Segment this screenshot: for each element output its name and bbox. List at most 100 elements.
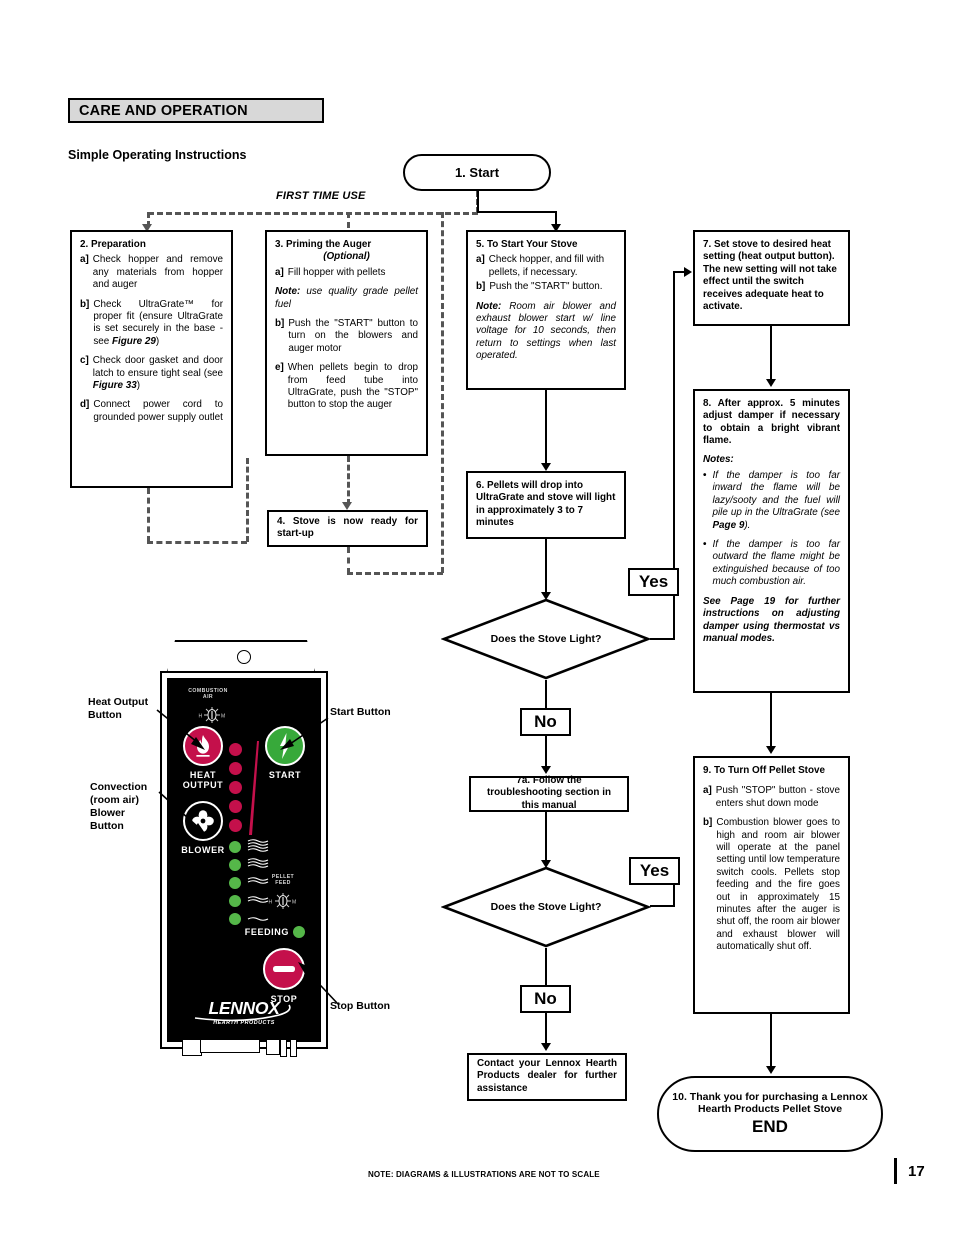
box-contact-dealer: Contact your Lennox Hearth Products deal… bbox=[467, 1053, 627, 1101]
item-marker: b] bbox=[703, 817, 713, 829]
first-time-use-label: FIRST TIME USE bbox=[276, 190, 366, 202]
box-9-title: 9. To Turn Off Pellet Stove bbox=[703, 765, 825, 776]
item-text: Check hopper and remove any materials fr… bbox=[92, 254, 223, 291]
line-box7a-to-decision2 bbox=[545, 812, 547, 864]
arrow-down-box7a bbox=[541, 766, 551, 774]
decision-2-label: Does the Stove Light? bbox=[490, 901, 602, 913]
line-no1-to-box7a bbox=[545, 736, 547, 770]
box-7a-troubleshooting: 7a. Follow the troubleshooting section i… bbox=[469, 775, 629, 812]
line-box5-to-box6 bbox=[545, 390, 547, 466]
line-decision1-yes bbox=[650, 638, 675, 640]
svg-text:M: M bbox=[221, 714, 225, 720]
callout-line-start bbox=[280, 717, 329, 750]
note-label: Note: bbox=[476, 300, 502, 312]
item-emphasis: Figure 29 bbox=[112, 335, 156, 347]
line-box8-to-box9 bbox=[770, 693, 772, 749]
item-marker: e] bbox=[275, 362, 284, 374]
connector-pin-2 bbox=[200, 1039, 260, 1053]
line-start-down bbox=[477, 191, 479, 213]
dashed-down-to-box3 bbox=[347, 212, 350, 228]
flow-start-node: 1. Start bbox=[403, 154, 551, 191]
bullet-tail: ). bbox=[744, 519, 751, 531]
arrow-down-contact bbox=[541, 1043, 551, 1051]
blower-led-2 bbox=[229, 859, 241, 871]
box-2-item-d: d] Connect power cord to grounded power … bbox=[80, 399, 223, 424]
item-marker: c] bbox=[80, 355, 89, 367]
item-marker: a] bbox=[476, 254, 485, 266]
section-header-banner: CARE AND OPERATION bbox=[68, 98, 324, 123]
blower-led-4 bbox=[229, 895, 241, 907]
arrow-right-box7 bbox=[684, 267, 692, 277]
item-text: Check hopper, and fill with pellets, if … bbox=[488, 254, 605, 278]
blower-label: BLOWER bbox=[181, 845, 225, 855]
box-3-item-e: e] When pellets begin to drop from feed … bbox=[275, 362, 418, 412]
box-7-text: 7. Set stove to desired heat setting (he… bbox=[703, 239, 837, 313]
item-marker: b] bbox=[476, 281, 486, 293]
connector-pin-1 bbox=[182, 1039, 202, 1056]
line-no2-to-contact bbox=[545, 1013, 547, 1047]
bullet-text: If the damper is too far outward the fla… bbox=[712, 539, 840, 588]
combustion-air-label: COMBUSTION AIR bbox=[188, 688, 228, 701]
minus-icon bbox=[273, 966, 295, 972]
heat-output-label: HEAT OUTPUT bbox=[182, 770, 224, 790]
box-8-adjust-damper: 8. After approx. 5 minutes adjust damper… bbox=[693, 389, 850, 693]
box-3-optional-label: (Optional) bbox=[323, 251, 370, 263]
dashed-box2-right bbox=[147, 541, 247, 544]
item-marker: a] bbox=[80, 254, 89, 266]
item-marker: b] bbox=[80, 298, 90, 310]
feeding-label: FEEDING bbox=[244, 927, 289, 937]
box-5-start-your-stove: 5. To Start Your Stove a] Check hopper, … bbox=[466, 230, 626, 390]
arrow-down-box4 bbox=[342, 502, 352, 510]
start-label: START bbox=[268, 770, 302, 780]
box-5-item-b: b] Push the "START" button. bbox=[476, 281, 616, 293]
box-4-ready-for-startup: 4. Stove is now ready for start-up bbox=[267, 510, 428, 547]
item-text: Fill hopper with pellets bbox=[287, 266, 386, 278]
item-text: Push "STOP" button - stove enters shut d… bbox=[715, 785, 840, 809]
panel-knob-icon bbox=[237, 650, 251, 664]
no-label-1: No bbox=[520, 708, 571, 736]
box-2-item-c: c] Check door gasket and door latch to e… bbox=[80, 355, 223, 392]
connector-pin-3 bbox=[266, 1039, 280, 1055]
heat-level-wedge-icon bbox=[249, 741, 259, 835]
line-box6-to-decision1 bbox=[545, 539, 547, 596]
blower-led-5 bbox=[229, 913, 241, 925]
item-text: Push the "START" button to turn on the b… bbox=[288, 318, 418, 354]
page-number-rule bbox=[894, 1158, 897, 1184]
box-2-preparation: 2. Preparation a] Check hopper and remov… bbox=[70, 230, 233, 488]
heat-led-2 bbox=[229, 762, 242, 775]
box-3-item-a: a] Fill hopper with pellets bbox=[275, 267, 418, 279]
callout-start-button: Start Button bbox=[330, 706, 391, 718]
no-label-2: No bbox=[520, 985, 571, 1013]
box-5-item-a: a] Check hopper, and fill with pellets, … bbox=[476, 254, 616, 279]
line-box9-to-end bbox=[770, 1014, 772, 1070]
box-9-item-b: b] Combustion blower goes to high and ro… bbox=[703, 817, 840, 953]
blower-led-1 bbox=[229, 841, 241, 853]
airflow-icon-5 bbox=[247, 917, 269, 921]
box-8-footer: See Page 19 for further instructions on … bbox=[703, 595, 840, 644]
item-marker: d] bbox=[80, 399, 90, 411]
callout-line-convection bbox=[158, 791, 207, 836]
line-box7-to-box8 bbox=[770, 326, 772, 382]
panel-bottom-connectors bbox=[168, 1039, 310, 1057]
box-8-notes-label: Notes: bbox=[703, 453, 734, 465]
item-emphasis: Figure 33 bbox=[92, 380, 137, 392]
box-7-set-heat-setting: 7. Set stove to desired heat setting (he… bbox=[693, 230, 850, 326]
page-number: 17 bbox=[908, 1163, 925, 1180]
item-tail: ) bbox=[136, 380, 140, 392]
svg-text:H: H bbox=[269, 900, 273, 906]
arrow-down-end bbox=[766, 1066, 776, 1074]
lennox-logo: LENNOX HEARTH PRODUCTS bbox=[185, 998, 303, 1026]
first-time-use-dashed-line bbox=[148, 212, 478, 215]
line-decision2-yes bbox=[650, 905, 675, 907]
callout-heat-output-button: Heat Output Button bbox=[88, 696, 149, 721]
decision-2-does-stove-light: Does the Stove Light? bbox=[440, 866, 652, 948]
dashed-box4-down bbox=[347, 547, 350, 574]
dashed-box4-right bbox=[347, 572, 443, 575]
blower-led-3 bbox=[229, 877, 241, 889]
box-5-title: 5. To Start Your Stove bbox=[476, 239, 578, 250]
callout-convection-blower-button: Convection (room air) Blower Button bbox=[90, 781, 148, 832]
note-label: Note: bbox=[275, 286, 301, 298]
dashed-right-riser bbox=[441, 212, 444, 573]
item-marker: b] bbox=[275, 318, 285, 330]
box-6-text: 6. Pellets will drop into UltraGrate and… bbox=[476, 480, 616, 529]
